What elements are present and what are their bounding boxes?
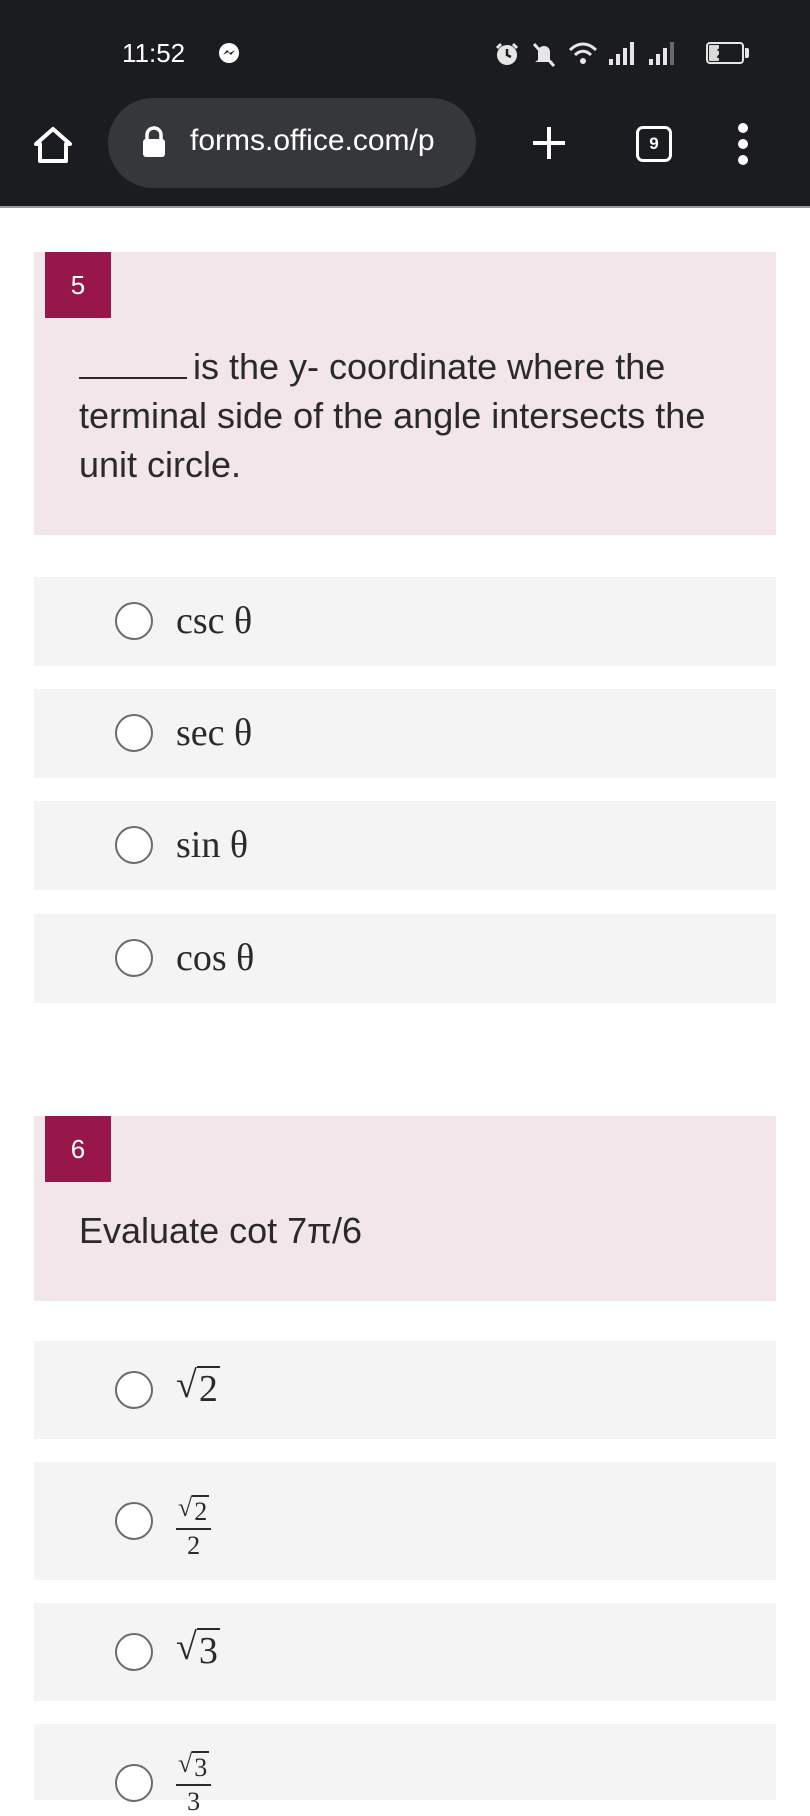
overflow-menu-icon[interactable]: [734, 122, 752, 166]
option-label: √ 2: [176, 1363, 220, 1408]
option-row[interactable]: √ 3 3: [34, 1724, 776, 1815]
option-row[interactable]: csc θ: [34, 577, 776, 666]
battery-tip: [745, 48, 749, 58]
option-label: sec θ: [176, 712, 253, 754]
question-number: 6: [45, 1116, 111, 1182]
radicand: 2: [192, 1495, 210, 1526]
radio-button[interactable]: [115, 1633, 153, 1671]
denominator: 3: [187, 1787, 201, 1816]
alarm-icon: [495, 42, 519, 65]
radio-button[interactable]: [115, 939, 153, 977]
question-text: is the y- coordinate where the terminal …: [79, 342, 719, 489]
question-number: 5: [45, 252, 111, 318]
radio-button[interactable]: [115, 1764, 153, 1802]
home-icon[interactable]: [32, 126, 74, 164]
battery-level: 28: [716, 44, 734, 62]
tab-count: 9: [649, 134, 659, 153]
option-label: sin θ: [176, 824, 249, 866]
status-icons: [494, 38, 678, 70]
option-row[interactable]: √ 2: [34, 1341, 776, 1439]
question-text: Evaluate cot 7π/6: [79, 1210, 363, 1251]
radio-button[interactable]: [115, 714, 153, 752]
fraction: √ 2 2: [176, 1493, 212, 1560]
radio-button[interactable]: [115, 1502, 153, 1540]
battery-icon: 28: [706, 42, 744, 64]
new-tab-icon[interactable]: [530, 124, 568, 162]
url-text[interactable]: forms.office.com/p: [190, 124, 460, 158]
signal-icon-2: [649, 42, 674, 65]
denominator: 2: [187, 1531, 201, 1560]
wifi-icon: [568, 42, 598, 64]
option-row[interactable]: sec θ: [34, 689, 776, 778]
lock-icon[interactable]: [140, 126, 168, 158]
radicand: 3: [196, 1628, 220, 1672]
messenger-icon: [219, 43, 239, 63]
square-root: √ 2: [176, 1364, 220, 1410]
fraction: √ 3 3: [176, 1749, 212, 1816]
mute-icon: [532, 42, 556, 68]
square-root: √ 3: [176, 1626, 220, 1672]
status-time: 11:52: [122, 38, 186, 68]
answer-blank: [79, 343, 187, 379]
radio-button[interactable]: [115, 1371, 153, 1409]
square-root: √ 3: [178, 1749, 210, 1782]
option-label: cos θ: [176, 937, 255, 979]
radio-button[interactable]: [115, 826, 153, 864]
chrome-divider: [0, 206, 810, 208]
option-label: √ 3 3: [176, 1738, 212, 1816]
tabs-button[interactable]: 9: [636, 126, 672, 162]
option-label: √ 2 2: [176, 1482, 212, 1560]
radicand: 2: [196, 1366, 220, 1410]
option-label: √ 3: [176, 1625, 220, 1670]
signal-icon: [609, 42, 634, 65]
option-row[interactable]: √ 3: [34, 1603, 776, 1701]
square-root: √ 2: [178, 1493, 210, 1526]
radio-button[interactable]: [115, 602, 153, 640]
option-row[interactable]: cos θ: [34, 914, 776, 1003]
option-label: csc θ: [176, 600, 253, 642]
radicand: 3: [192, 1751, 210, 1782]
option-row[interactable]: √ 2 2: [34, 1462, 776, 1580]
option-row[interactable]: sin θ: [34, 801, 776, 890]
